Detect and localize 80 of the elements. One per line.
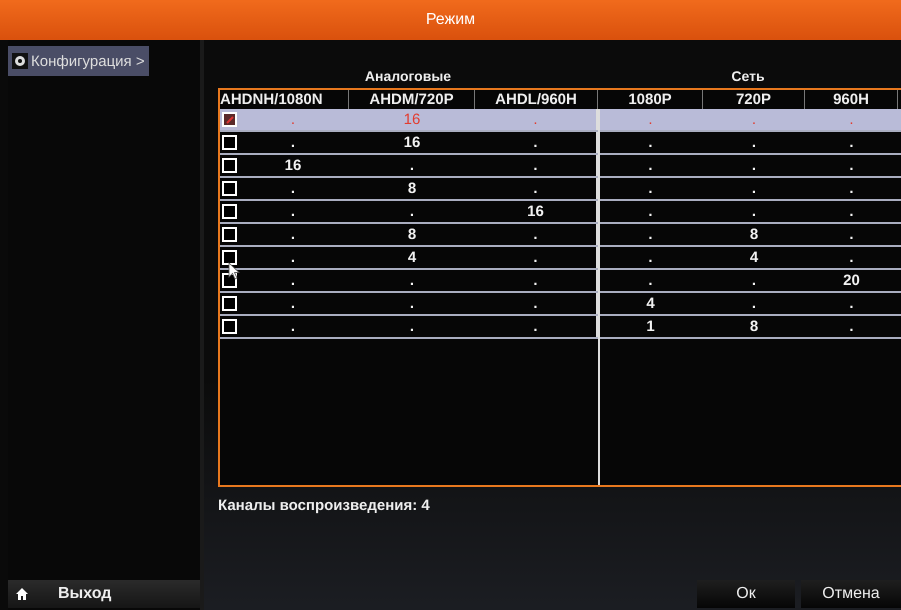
- checkbox[interactable]: [222, 135, 237, 150]
- table-cell-text: .: [647, 271, 654, 291]
- table-cell-text: 4: [748, 248, 760, 268]
- table-cell-text: .: [290, 271, 296, 291]
- table-cell-text: 16: [402, 133, 422, 153]
- table-cell-text: 8: [406, 179, 418, 199]
- table-row[interactable]: . . 16 . . .: [220, 201, 901, 224]
- table-cell-text: 8: [748, 317, 760, 337]
- table-cell-text: .: [750, 133, 758, 153]
- table-row[interactable]: . 16 . . . .: [220, 132, 901, 155]
- checkbox[interactable]: [222, 250, 237, 265]
- check-mark-icon: [226, 116, 234, 124]
- exit-button[interactable]: Выход: [8, 580, 200, 608]
- table-cell-text: .: [647, 133, 654, 153]
- table-cell-text: .: [408, 271, 416, 291]
- table-cell-text: 4: [406, 248, 418, 268]
- checkbox[interactable]: [222, 158, 237, 173]
- table-cell-text: .: [290, 225, 296, 245]
- table-cell-text: 8: [748, 225, 760, 245]
- gear-icon: [12, 53, 28, 69]
- table-cell-text: .: [647, 248, 654, 268]
- group-heading: Аналоговые: [364, 68, 452, 84]
- mouse-pointer-icon: [228, 262, 240, 280]
- table-cell-text: .: [647, 225, 654, 245]
- table-cell-text: 8: [406, 225, 418, 245]
- checkbox[interactable]: [222, 227, 237, 242]
- table-cell-text: .: [848, 133, 855, 153]
- table-cell-text: .: [408, 317, 416, 337]
- table-cell-text: .: [647, 110, 654, 130]
- table-row[interactable]: 16 . . . . .: [220, 155, 901, 178]
- table-cell-text: .: [290, 317, 296, 337]
- table-cell-text: .: [848, 225, 855, 245]
- table-cell-text: .: [750, 202, 758, 222]
- table-cell-text: .: [750, 156, 758, 176]
- table-cell-text: 16: [402, 110, 422, 130]
- ok-button[interactable]: Ок: [697, 580, 795, 608]
- table-cell-text: 16: [284, 156, 302, 176]
- table-cell-text: .: [290, 294, 296, 314]
- checkbox[interactable]: [222, 112, 237, 127]
- table-cell-text: .: [848, 202, 855, 222]
- table-cell-text: .: [290, 133, 296, 153]
- table-row[interactable]: . . . 1 8 .: [220, 316, 901, 339]
- table-cell-text: .: [750, 271, 758, 291]
- table-cell-text: 4: [645, 294, 656, 314]
- table-cell-text: .: [750, 110, 758, 130]
- table-row[interactable]: . 4 . . 4 .: [220, 247, 901, 270]
- table-cell-text: .: [408, 294, 416, 314]
- table-cell-text: .: [848, 110, 855, 130]
- checkbox[interactable]: [222, 204, 237, 219]
- checkbox[interactable]: [222, 181, 237, 196]
- table-cell-text: .: [408, 202, 416, 222]
- table-row[interactable]: . 8 . . 8 .: [220, 224, 901, 247]
- table-cell-text: .: [848, 156, 855, 176]
- sidebar-item[interactable]: Конфигурация >: [8, 46, 149, 76]
- table-row[interactable]: . . . 4 . .: [220, 293, 901, 316]
- checkbox[interactable]: [222, 319, 237, 334]
- table-cell-text: .: [750, 179, 758, 199]
- table-cell-text: .: [290, 110, 296, 130]
- table-cell-text: .: [408, 156, 416, 176]
- table-cell-text: .: [290, 248, 296, 268]
- table-cell-text: 20: [842, 271, 861, 291]
- checkbox[interactable]: [222, 296, 237, 311]
- table-cell-text: 1: [645, 317, 656, 337]
- group-heading: Сеть: [730, 68, 766, 84]
- table-cell-text: .: [290, 202, 296, 222]
- cancel-button[interactable]: Отмена: [801, 580, 901, 608]
- table-cell-text: .: [290, 179, 296, 199]
- window-title: Режим: [0, 0, 901, 40]
- table-cell-text: .: [848, 179, 855, 199]
- table-cell-text: .: [647, 156, 654, 176]
- table-cell-text: .: [848, 317, 855, 337]
- home-icon: [16, 588, 28, 600]
- table-cell-text: .: [848, 248, 855, 268]
- table-row[interactable]: . . . . . 20: [220, 270, 901, 293]
- table-cell-text: .: [647, 179, 654, 199]
- table-cell-text: .: [647, 202, 654, 222]
- table-cell-text: .: [848, 294, 855, 314]
- table-cell-text: .: [750, 294, 758, 314]
- playback-channels-label: Каналы воспроизведения: 4: [218, 496, 431, 516]
- table-row[interactable]: . 8 . . . .: [220, 178, 901, 201]
